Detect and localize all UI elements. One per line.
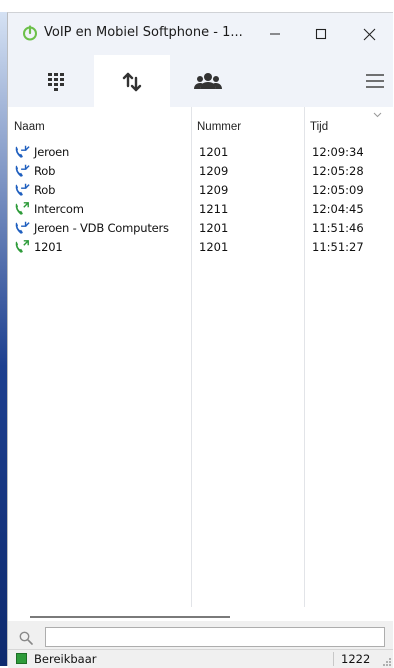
call-time: 12:05:28 — [312, 164, 364, 178]
call-time: 12:04:45 — [312, 202, 364, 216]
minimize-icon — [270, 33, 280, 35]
call-number: 1201 — [199, 145, 229, 159]
menu-button[interactable] — [361, 67, 389, 95]
tab-call-history[interactable] — [94, 55, 170, 108]
column-header-time[interactable]: Tijd — [310, 121, 328, 133]
call-name: Rob — [34, 183, 56, 197]
window-title: VoIP en Mobiel Softphone - 1... — [44, 25, 243, 40]
close-button[interactable] — [346, 13, 392, 55]
maximize-icon — [315, 28, 327, 40]
main-toolbar — [8, 55, 393, 108]
minimize-button[interactable] — [252, 13, 298, 55]
table-row[interactable]: Rob 1209 12:05:28 — [8, 162, 393, 181]
status-bar: Bereikbaar 1222 — [8, 649, 393, 668]
incoming-call-icon — [15, 164, 30, 177]
table-row[interactable]: Jeroen - VDB Computers 1201 11:51:46 — [8, 219, 393, 238]
close-icon — [363, 28, 375, 40]
call-history-icon — [122, 72, 142, 91]
call-time: 12:05:09 — [312, 183, 364, 197]
call-time: 11:51:27 — [312, 240, 364, 254]
call-time: 12:09:34 — [312, 145, 364, 159]
desktop-background — [0, 0, 7, 666]
call-number: 1209 — [199, 164, 229, 178]
softphone-window: VoIP en Mobiel Softphone - 1... Naam Num… — [7, 12, 393, 668]
call-name: 1201 — [34, 240, 63, 254]
power-app-icon — [23, 25, 37, 41]
incoming-call-icon — [15, 183, 30, 196]
call-name: Jeroen — [34, 145, 70, 159]
desktop-top — [0, 0, 394, 12]
availability-indicator[interactable] — [16, 653, 27, 664]
outgoing-call-icon — [15, 240, 29, 253]
horizontal-scrollbar[interactable] — [30, 616, 230, 618]
resize-grip-icon[interactable] — [382, 657, 391, 666]
sort-descending-icon — [373, 112, 382, 118]
column-header-name[interactable]: Naam — [14, 121, 45, 133]
call-name: Jeroen - VDB Computers — [34, 221, 169, 235]
dialpad-icon — [48, 73, 64, 91]
extension-number: 1222 — [341, 652, 371, 666]
search-input[interactable] — [45, 627, 385, 647]
call-name: Rob — [34, 164, 56, 178]
outgoing-call-icon — [15, 202, 29, 215]
call-number: 1201 — [199, 240, 229, 254]
call-number: 1211 — [199, 202, 229, 216]
hamburger-menu-icon — [366, 74, 384, 88]
call-name: Intercom — [34, 202, 84, 216]
search-bar — [8, 621, 393, 649]
incoming-call-icon — [15, 221, 30, 234]
call-history-list: Naam Nummer Tijd Jeroen 1201 12:09:34 Rob 12… — [8, 107, 393, 607]
table-row[interactable]: Rob 1209 12:05:09 — [8, 181, 393, 200]
column-header-number[interactable]: Nummer — [197, 121, 241, 133]
call-number: 1209 — [199, 183, 229, 197]
maximize-button[interactable] — [298, 13, 344, 55]
table-row[interactable]: 1201 1201 11:51:27 — [8, 238, 393, 257]
tab-contacts[interactable] — [170, 55, 246, 107]
contacts-icon — [194, 73, 222, 89]
incoming-call-icon — [15, 145, 30, 158]
table-row[interactable]: Jeroen 1201 12:09:34 — [8, 143, 393, 162]
search-icon — [19, 631, 33, 645]
title-bar[interactable]: VoIP en Mobiel Softphone - 1... — [8, 13, 393, 55]
table-row[interactable]: Intercom 1211 12:04:45 — [8, 200, 393, 219]
status-separator — [333, 652, 334, 666]
call-number: 1201 — [199, 221, 229, 235]
call-time: 11:51:46 — [312, 221, 364, 235]
tab-dialpad[interactable] — [18, 55, 94, 107]
availability-status[interactable]: Bereikbaar — [34, 652, 97, 666]
